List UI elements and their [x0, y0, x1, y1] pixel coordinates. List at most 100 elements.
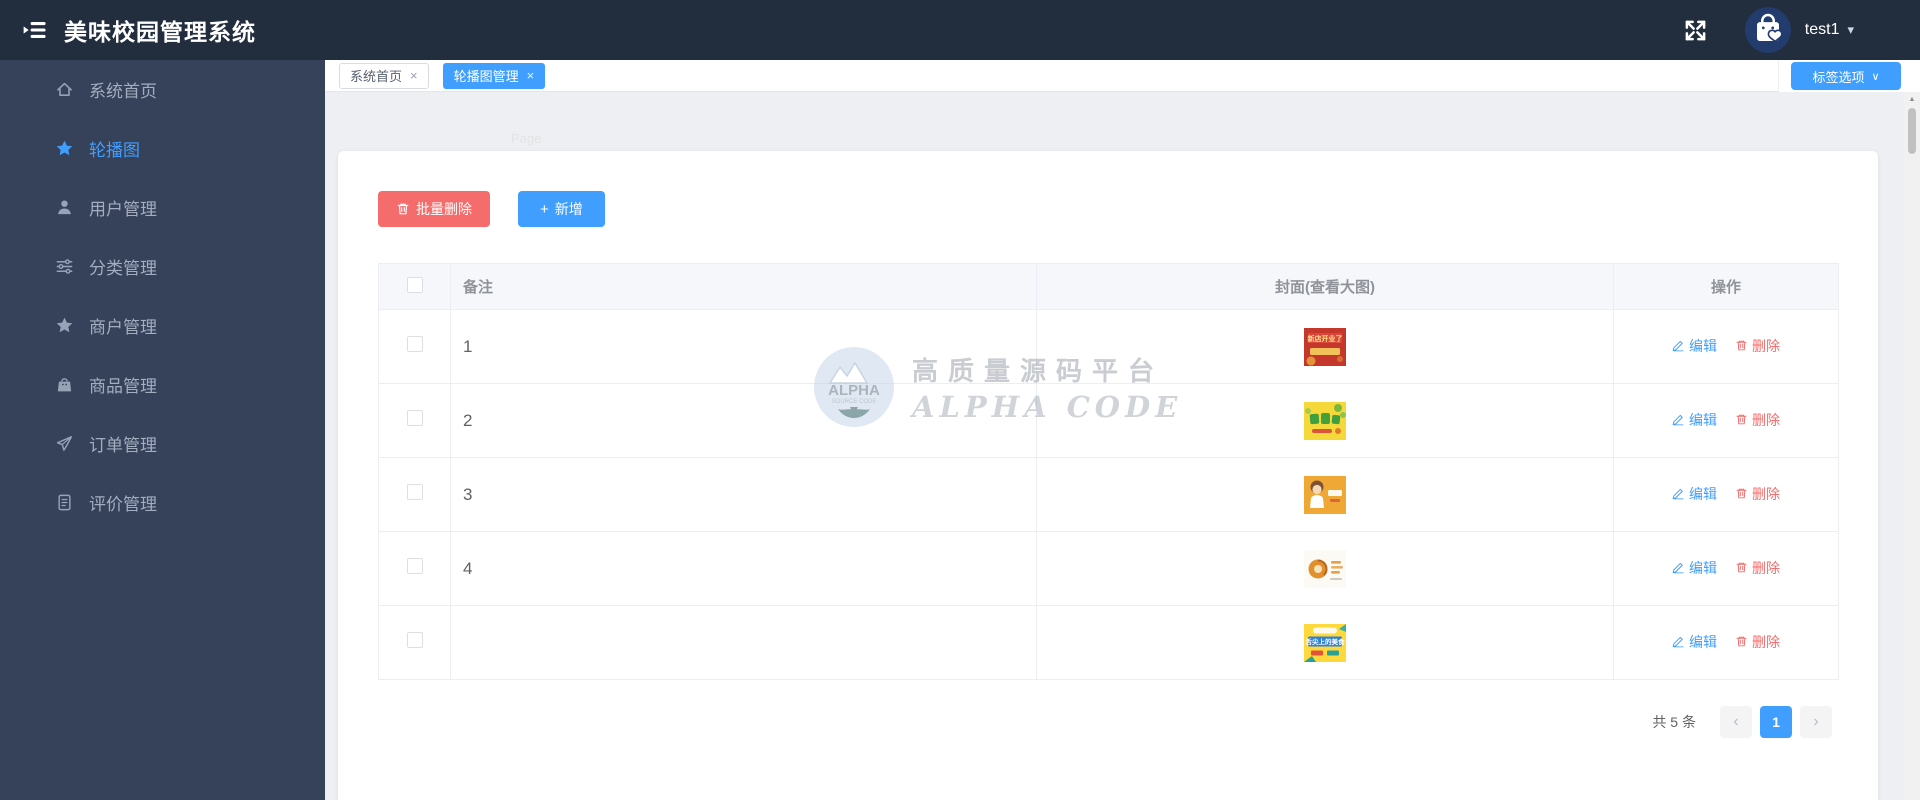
row-select-checkbox[interactable]: [406, 336, 423, 352]
bag-icon: [55, 375, 74, 394]
table-row: 4 编辑 删除: [378, 531, 1839, 606]
note-cell: [450, 605, 1037, 680]
delete-link[interactable]: 删除: [1735, 632, 1780, 652]
close-icon[interactable]: ×: [410, 68, 418, 83]
sidebar-item-home[interactable]: 系统首页: [0, 60, 325, 119]
chevron-down-icon: ∨: [1871, 70, 1880, 83]
tab-bar: 系统首页 × 轮播图管理 × 标签选项 ∨: [325, 60, 1920, 92]
plus-icon: +: [540, 200, 549, 218]
cover-thumbnail[interactable]: [1304, 401, 1346, 440]
avatar[interactable]: [1744, 7, 1791, 53]
delete-link[interactable]: 删除: [1735, 410, 1780, 430]
edit-label: 编辑: [1689, 337, 1717, 354]
column-cover: 封面(查看大图): [1036, 263, 1614, 310]
pagination: 共 5 条 ‹ 1 ›: [378, 706, 1838, 738]
document-icon: [55, 493, 74, 512]
pagination-total: 共 5 条: [1652, 714, 1696, 730]
main-area: 系统首页 × 轮播图管理 × 标签选项 ∨ Page 批量删除 + 新增 备注 …: [325, 60, 1920, 800]
add-button[interactable]: + 新增: [518, 191, 605, 227]
trash-icon: [1736, 636, 1747, 647]
delete-link[interactable]: 删除: [1735, 558, 1780, 578]
delete-link[interactable]: 删除: [1735, 336, 1780, 356]
username[interactable]: test1: [1805, 21, 1840, 39]
cover-thumbnail[interactable]: [1304, 549, 1346, 588]
top-header: 美味校园管理系统 test1 ▾: [0, 0, 1920, 60]
pencil-icon: [1672, 414, 1684, 426]
sidebar-item-label: 系统首页: [89, 82, 157, 101]
edit-link[interactable]: 编辑: [1672, 484, 1717, 504]
row-select-checkbox[interactable]: [406, 632, 423, 648]
delete-label: 删除: [1752, 411, 1780, 428]
add-label: 新增: [554, 201, 583, 217]
send-icon: [55, 434, 74, 453]
tab-options-button[interactable]: 标签选项 ∨: [1791, 62, 1901, 90]
edit-link[interactable]: 编辑: [1672, 558, 1717, 578]
sidebar-item-merchants[interactable]: 商户管理: [0, 296, 325, 355]
trash-icon: [397, 203, 409, 215]
pagination-page-1-button[interactable]: 1: [1760, 706, 1792, 738]
tab-label: 轮播图管理: [453, 69, 519, 84]
close-icon[interactable]: ×: [527, 68, 535, 83]
vertical-scrollbar[interactable]: ▲: [1904, 92, 1920, 800]
row-select-checkbox[interactable]: [406, 558, 423, 574]
table-row: 3 编辑 删除: [378, 457, 1839, 532]
cover-thumbnail[interactable]: [1304, 475, 1346, 514]
select-all-checkbox[interactable]: [406, 276, 423, 293]
home-icon: [55, 80, 74, 99]
sidebar-item-label: 商品管理: [89, 377, 157, 396]
tab-label: 系统首页: [350, 69, 403, 84]
app-title: 美味校园管理系统: [64, 19, 256, 45]
edit-label: 编辑: [1689, 485, 1717, 502]
sidebar-item-label: 用户管理: [89, 200, 157, 219]
note-cell: 2: [450, 383, 1037, 458]
sidebar-item-products[interactable]: 商品管理: [0, 355, 325, 414]
star-icon: [55, 316, 74, 335]
tab-extra-zone: 标签选项 ∨: [1778, 60, 1920, 92]
delete-label: 删除: [1752, 559, 1780, 576]
fullscreen-icon[interactable]: [1682, 17, 1709, 44]
batch-delete-label: 批量删除: [416, 201, 472, 217]
cover-thumbnail[interactable]: 舌尖上的美食: [1304, 623, 1346, 662]
note-cell: 1: [450, 309, 1037, 384]
tab-home[interactable]: 系统首页 ×: [339, 62, 429, 89]
tab-options-label: 标签选项: [1812, 69, 1865, 85]
table-row: 1 新店开业了 编辑 删除: [378, 309, 1839, 384]
note-cell: 4: [450, 531, 1037, 606]
pagination-prev-button[interactable]: ‹: [1720, 706, 1752, 738]
column-note: 备注: [450, 263, 1037, 310]
trash-icon: [1736, 488, 1747, 499]
row-select-checkbox[interactable]: [406, 410, 423, 426]
scrollbar-thumb[interactable]: [1908, 108, 1916, 154]
pencil-icon: [1672, 636, 1684, 648]
cover-thumbnail[interactable]: 新店开业了: [1304, 327, 1346, 366]
svg-text:舌尖上的美食: 舌尖上的美食: [1306, 637, 1346, 646]
edit-label: 编辑: [1689, 411, 1717, 428]
row-select-checkbox[interactable]: [406, 484, 423, 500]
user-icon: [55, 198, 74, 217]
pagination-next-button[interactable]: ›: [1800, 706, 1832, 738]
table-row: 2 编辑 删除: [378, 383, 1839, 458]
sidebar-item-label: 评价管理: [89, 495, 157, 514]
note-cell: 3: [450, 457, 1037, 532]
caret-down-icon[interactable]: ▾: [1847, 22, 1854, 38]
delete-link[interactable]: 删除: [1735, 484, 1780, 504]
edit-link[interactable]: 编辑: [1672, 632, 1717, 652]
sidebar-item-banner[interactable]: 轮播图: [0, 119, 325, 178]
header-right: test1 ▾: [1682, 7, 1854, 53]
column-actions: 操作: [1613, 263, 1839, 310]
sidebar-item-categories[interactable]: 分类管理: [0, 237, 325, 296]
sidebar-item-orders[interactable]: 订单管理: [0, 414, 325, 473]
sidebar-item-reviews[interactable]: 评价管理: [0, 473, 325, 532]
tab-banner-management[interactable]: 轮播图管理 ×: [442, 62, 546, 89]
sidebar-item-users[interactable]: 用户管理: [0, 178, 325, 237]
scroll-up-icon[interactable]: ▲: [1904, 92, 1920, 106]
sliders-icon: [55, 257, 74, 276]
sidebar-item-label: 分类管理: [89, 259, 157, 278]
edit-link[interactable]: 编辑: [1672, 410, 1717, 430]
collapse-sidebar-icon[interactable]: [20, 15, 50, 45]
delete-label: 删除: [1752, 337, 1780, 354]
batch-delete-button[interactable]: 批量删除: [378, 191, 490, 227]
edit-link[interactable]: 编辑: [1672, 336, 1717, 356]
star-icon: [55, 139, 74, 158]
edit-label: 编辑: [1689, 633, 1717, 650]
